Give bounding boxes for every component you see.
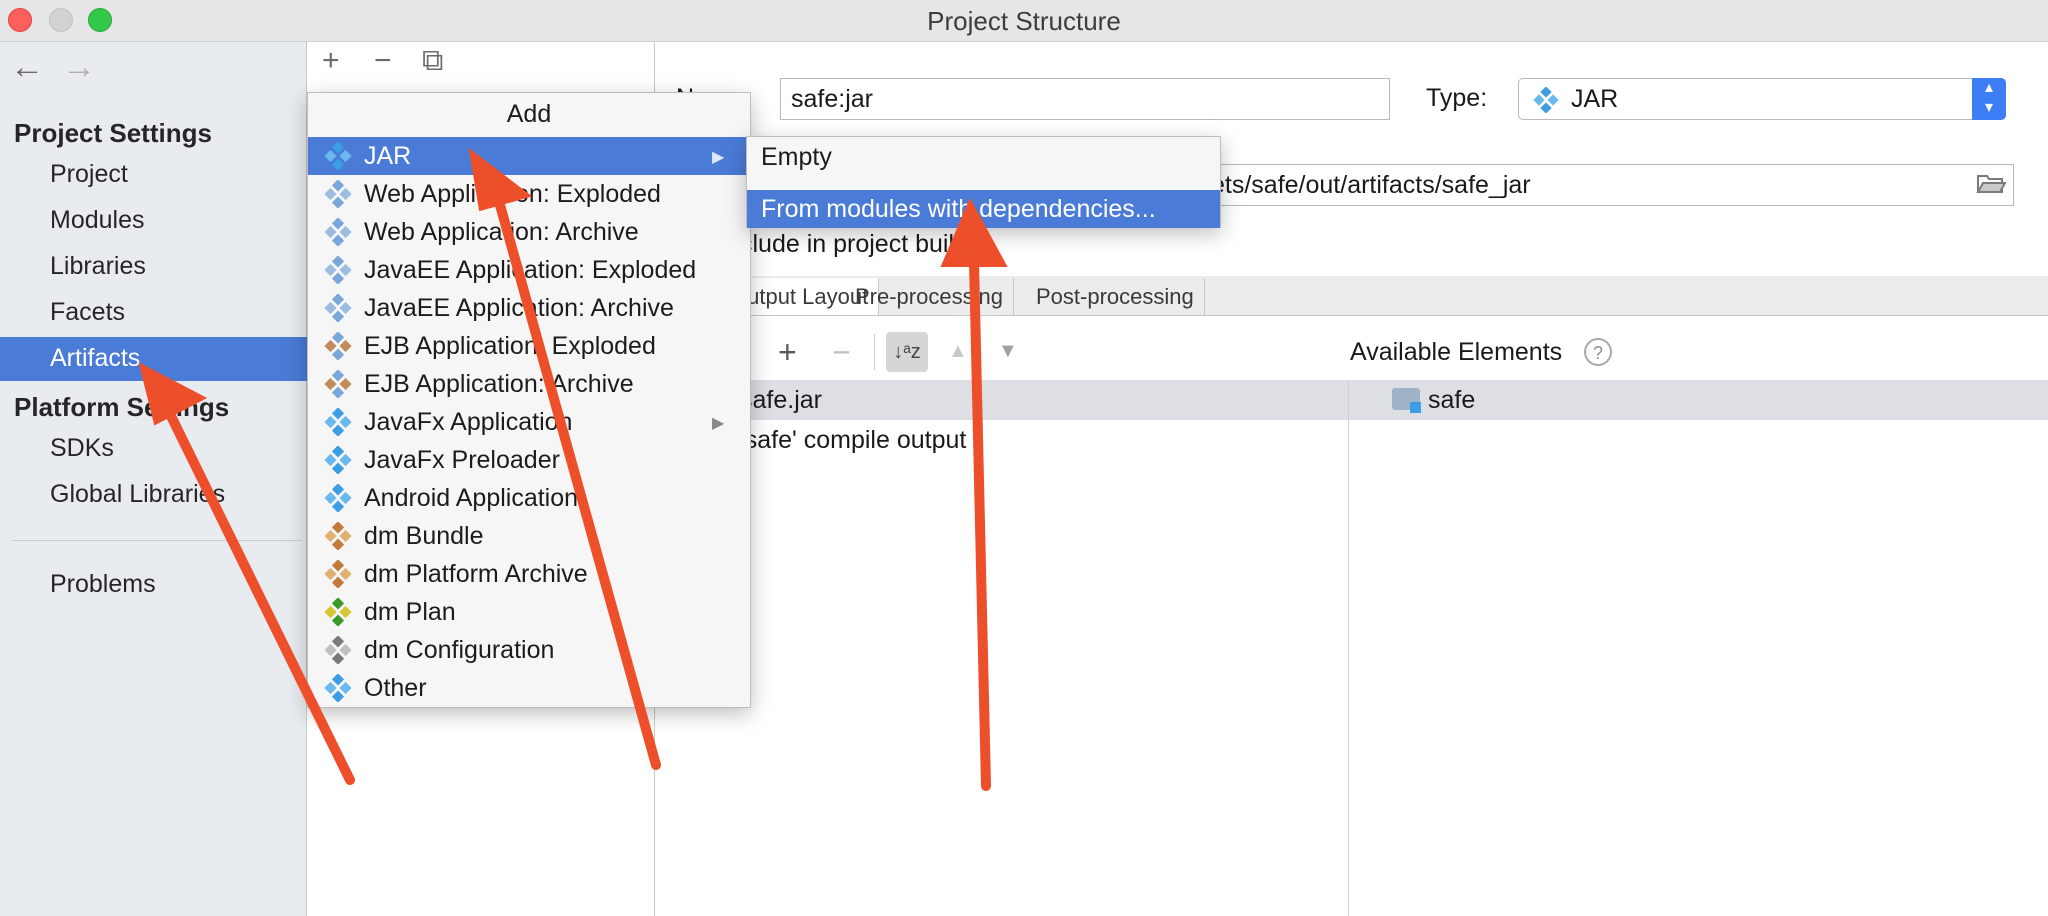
menu-item-other[interactable]: Other	[308, 669, 750, 707]
include-in-build-label[interactable]: clude in project build	[740, 230, 968, 259]
menu-item-javaee-application-exploded[interactable]: JavaEE Application: Exploded	[308, 251, 750, 289]
submenu-arrow-icon: ▶	[712, 415, 725, 432]
toolbar-divider	[874, 334, 875, 370]
sidebar-item-libraries[interactable]: Libraries	[50, 252, 146, 281]
help-icon[interactable]: ?	[1584, 338, 1612, 366]
remove-element-icon[interactable]: −	[832, 334, 851, 371]
folder-open-icon[interactable]	[1976, 172, 2006, 196]
menu-item-dm-platform-archive[interactable]: dm Platform Archive	[308, 555, 750, 593]
copy-artifact-icon[interactable]: ⧉	[422, 44, 443, 78]
available-elements-label: Available Elements	[1350, 338, 1563, 366]
other-icon	[324, 674, 352, 702]
menu-item-dm-configuration[interactable]: dm Configuration	[308, 631, 750, 669]
add-artifact-icon[interactable]: +	[322, 44, 340, 78]
web-app-icon	[324, 180, 352, 208]
menu-item-javafx-application[interactable]: JavaFx Application	[308, 403, 750, 441]
module-badge-icon	[1410, 402, 1421, 413]
dm-config-icon	[324, 636, 352, 664]
sidebar-item-project[interactable]: Project	[50, 160, 128, 189]
platform-settings-header: Platform Settings	[14, 392, 230, 422]
submenu-item-empty[interactable]: Empty	[747, 138, 1220, 176]
sidebar	[0, 42, 307, 916]
sort-az-icon[interactable]: ↓ᵃz	[886, 332, 928, 372]
maximize-window-button[interactable]	[88, 8, 112, 32]
available-item-safe[interactable]: safe	[1428, 386, 1475, 415]
sidebar-item-artifacts[interactable]: Artifacts	[50, 344, 140, 373]
minimize-window-button[interactable]	[49, 8, 73, 32]
web-app-icon	[324, 218, 352, 246]
menu-item-android-application[interactable]: Android Application	[308, 479, 750, 517]
window-title: Project Structure	[927, 6, 1121, 36]
javaee-icon	[324, 256, 352, 284]
sidebar-item-facets[interactable]: Facets	[50, 298, 125, 327]
sidebar-item-problems[interactable]: Problems	[50, 570, 156, 599]
menu-item-ejb-application-exploded[interactable]: EJB Application: Exploded	[308, 327, 750, 365]
menu-item-jar[interactable]: JAR	[308, 137, 750, 175]
type-label: Type:	[1426, 84, 1488, 112]
menu-item-web-application-archive[interactable]: Web Application: Archive	[308, 213, 750, 251]
menu-item-web-application-exploded[interactable]: Web Application: Exploded	[308, 175, 750, 213]
submenu-item-from-modules[interactable]: From modules with dependencies...	[747, 190, 1220, 228]
move-down-icon[interactable]: ▼	[998, 340, 1018, 363]
sidebar-item-global-libraries[interactable]: Global Libraries	[50, 480, 225, 509]
menu-item-dm-bundle[interactable]: dm Bundle	[308, 517, 750, 555]
chevron-up-down-icon[interactable]: ▴ ▾	[1972, 78, 2006, 120]
jar-icon	[1533, 87, 1559, 113]
selected-tree-row	[656, 380, 2048, 420]
back-arrow-icon[interactable]: ←	[10, 48, 44, 87]
remove-artifact-icon[interactable]: −	[374, 44, 392, 78]
add-element-icon[interactable]: +	[778, 334, 797, 371]
sidebar-divider	[12, 540, 302, 541]
javafx-icon	[324, 446, 352, 474]
tree-item-jar[interactable]: safe.jar	[740, 386, 822, 415]
column-divider	[1348, 380, 1349, 916]
menu-title: Add	[506, 100, 552, 128]
dm-plan-icon	[324, 598, 352, 626]
menu-item-dm-plan[interactable]: dm Plan	[308, 593, 750, 631]
dm-platform-icon	[324, 560, 352, 588]
tab-post-processing[interactable]: Post-processing	[1026, 278, 1205, 315]
sidebar-item-sdks[interactable]: SDKs	[50, 434, 114, 463]
forward-arrow-icon[interactable]: →	[62, 48, 96, 87]
move-up-icon[interactable]: ▲	[948, 340, 968, 363]
android-icon	[324, 484, 352, 512]
tree-item-compile-output[interactable]: 'safe' compile output	[740, 426, 966, 455]
menu-item-ejb-application-archive[interactable]: EJB Application: Archive	[308, 365, 750, 403]
close-window-button[interactable]	[8, 8, 32, 32]
menu-item-javaee-application-archive[interactable]: JavaEE Application: Archive	[308, 289, 750, 327]
sidebar-selection-highlight	[0, 337, 307, 381]
submenu-arrow-icon: ▶	[712, 149, 725, 166]
type-value: JAR	[1571, 85, 1619, 113]
jar-icon	[324, 142, 352, 170]
artifact-type-select[interactable]: JAR	[1518, 78, 2006, 120]
project-settings-header: Project Settings	[14, 118, 212, 148]
ejb-icon	[324, 332, 352, 360]
ejb-icon	[324, 370, 352, 398]
javaee-icon	[324, 294, 352, 322]
dm-bundle-icon	[324, 522, 352, 550]
tab-pre-processing[interactable]: Pre-processing	[845, 278, 1014, 315]
menu-item-javafx-preloader[interactable]: JavaFx Preloader	[308, 441, 750, 479]
artifact-name-input[interactable]: safe:jar	[780, 78, 1390, 120]
javafx-icon	[324, 408, 352, 436]
sidebar-item-modules[interactable]: Modules	[50, 206, 145, 235]
